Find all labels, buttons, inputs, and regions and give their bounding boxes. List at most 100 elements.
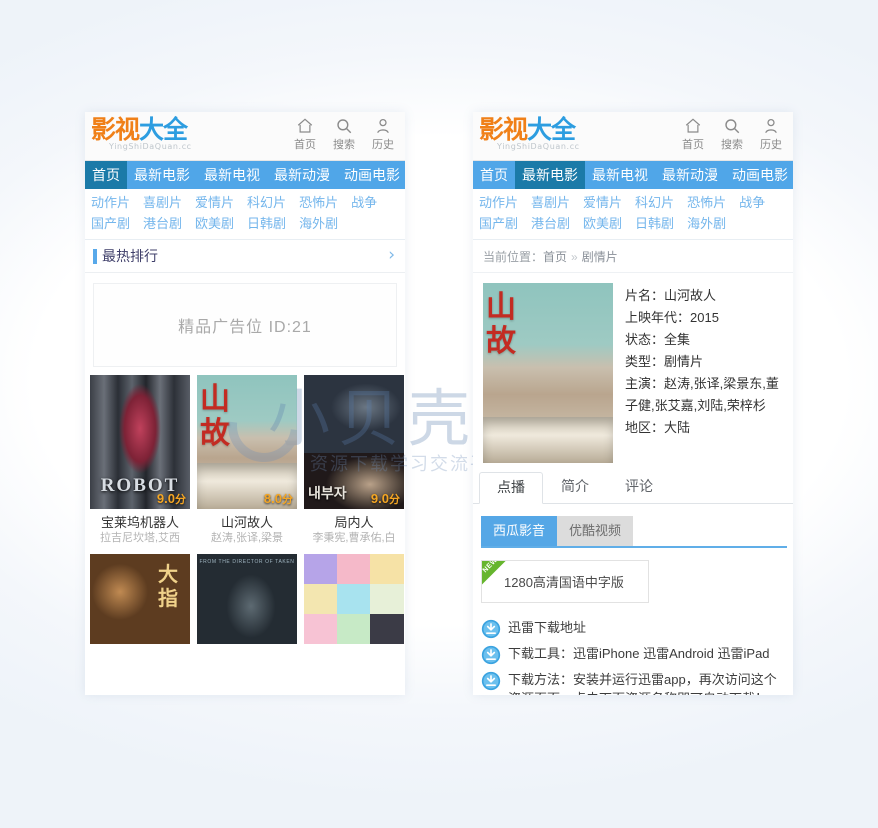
header-search-label: 搜索 (333, 139, 355, 151)
meta-genre: 类型：剧情片 (625, 354, 704, 369)
ad-slot[interactable]: 精品广告位 ID:21 (93, 283, 397, 367)
nav-item-home[interactable]: 首页 (473, 161, 515, 189)
nav-item-tv[interactable]: 最新电视 (585, 161, 655, 189)
sub-nav-left: 动作片 喜剧片 爱情片 科幻片 恐怖片 战争 国产剧 港台剧 欧美剧 日韩剧 海… (85, 189, 405, 240)
main-nav-left: 首页 最新电影 最新电视 最新动漫 动画电影 (85, 161, 405, 189)
user-icon (756, 117, 786, 138)
download-link-row: NEW 1280高清国语中字版 (473, 548, 793, 612)
movie-card[interactable] (304, 554, 404, 644)
site-logo-left[interactable]: 影视大全 YingShiDaQuan.cc (91, 116, 192, 151)
nav-item-movies[interactable]: 最新电影 (127, 161, 197, 189)
header-search-label: 搜索 (721, 139, 743, 151)
movie-card[interactable]: 9.0分 宝莱坞机器人 拉吉尼坎塔,艾西 (90, 375, 190, 546)
subnav-hk-tw-drama[interactable]: 港台剧 (531, 213, 583, 234)
download-link-chip[interactable]: NEW 1280高清国语中字版 (481, 560, 649, 603)
poster-art (197, 375, 297, 509)
subnav-mainland-drama[interactable]: 国产剧 (479, 213, 531, 234)
subnav-western-drama[interactable]: 欧美剧 (195, 213, 247, 234)
movie-card[interactable] (197, 554, 297, 644)
movie-poster (197, 554, 297, 644)
download-icon (481, 645, 501, 665)
sub-nav-right: 动作片 喜剧片 爱情片 科幻片 恐怖片 战争 国产剧 港台剧 欧美剧 日韩剧 海… (473, 189, 793, 240)
breadcrumb: 当前位置：首页 » 剧情片 (473, 240, 793, 273)
logo-text-blue: 大全 (527, 115, 576, 144)
tab-ondemand[interactable]: 点播 (479, 472, 543, 504)
subnav-horror[interactable]: 恐怖片 (299, 192, 351, 213)
subnav-action[interactable]: 动作片 (479, 192, 531, 213)
header-search-button[interactable]: 搜索 (717, 117, 747, 152)
download-icon (481, 671, 501, 691)
subnav-hk-tw-drama[interactable]: 港台剧 (143, 213, 195, 234)
header-icon-group-left: 首页 搜索 历史 (290, 117, 398, 152)
subnav-western-drama[interactable]: 欧美剧 (583, 213, 635, 234)
subnav-comedy[interactable]: 喜剧片 (531, 192, 583, 213)
movie-cast: 李秉宪,曹承佑,白 (312, 532, 396, 544)
header-home-button[interactable]: 首页 (678, 117, 708, 152)
page-root: 影视大全 YingShiDaQuan.cc 首页 搜索 历史 首页 最新电影 最… (0, 0, 878, 828)
header-home-button[interactable]: 首页 (290, 117, 320, 152)
subnav-romance[interactable]: 爱情片 (195, 192, 247, 213)
subnav-overseas-drama[interactable]: 海外剧 (687, 213, 739, 234)
logo-text-orange: 影视 (479, 115, 528, 144)
subnav-comedy[interactable]: 喜剧片 (143, 192, 195, 213)
meta-title: 片名：山河故人 (625, 288, 717, 303)
logo-text-blue: 大全 (139, 115, 188, 144)
search-icon (717, 117, 747, 138)
source-tab-xigua[interactable]: 西瓜影音 (481, 516, 558, 546)
nav-item-home[interactable]: 首页 (85, 161, 127, 189)
movie-detail: 片名：山河故人 上映年代：2015 状态：全集 类型：剧情片 主演：赵涛,张译,… (473, 273, 793, 471)
download-note-text[interactable]: 下载工具：迅雷iPhone 迅雷Android 迅雷iPad (508, 644, 770, 663)
breadcrumb-prefix: 当前位置： (483, 250, 544, 264)
movie-card[interactable]: 9.0分 局内人 李秉宪,曹承佑,白 (304, 375, 404, 546)
rating-badge: 9.0分 (371, 491, 400, 507)
download-note: 迅雷下载地址 (481, 618, 785, 639)
poster-art (90, 554, 190, 644)
poster-art (304, 375, 404, 509)
breadcrumb-current[interactable]: 剧情片 (582, 250, 618, 264)
tab-comments[interactable]: 评论 (607, 471, 671, 503)
movie-title: 宝莱坞机器人 (100, 515, 179, 530)
breadcrumb-home[interactable]: 首页 (543, 250, 567, 264)
poster-art (197, 554, 297, 644)
download-note-text[interactable]: 迅雷下载地址 (508, 618, 586, 637)
header-history-button[interactable]: 历史 (368, 117, 398, 152)
tab-synopsis[interactable]: 简介 (543, 471, 607, 503)
subnav-action[interactable]: 动作片 (91, 192, 143, 213)
subnav-romance[interactable]: 爱情片 (583, 192, 635, 213)
subnav-jp-kr-drama[interactable]: 日韩剧 (635, 213, 687, 234)
nav-item-anime[interactable]: 最新动漫 (655, 161, 725, 189)
rating-badge: 8.0分 (264, 491, 293, 507)
source-tab-youku[interactable]: 优酷视频 (557, 516, 634, 546)
movie-poster: 9.0分 (90, 375, 190, 509)
header-search-button[interactable]: 搜索 (329, 117, 359, 152)
subnav-scifi[interactable]: 科幻片 (635, 192, 687, 213)
rating-badge: 9.0分 (157, 491, 186, 507)
movie-detail-poster[interactable] (483, 283, 613, 463)
subnav-war[interactable]: 战争 (351, 192, 390, 213)
movie-grid-row-2 (85, 546, 405, 644)
movie-card[interactable] (90, 554, 190, 644)
subnav-jp-kr-drama[interactable]: 日韩剧 (247, 213, 299, 234)
subnav-mainland-drama[interactable]: 国产剧 (91, 213, 143, 234)
source-tab-bar: 西瓜影音 优酷视频 (481, 504, 787, 548)
poster-art (483, 283, 613, 463)
movie-grid-row-1: 9.0分 宝莱坞机器人 拉吉尼坎塔,艾西 8.0分 山河故人 赵涛,张译,梁景 … (85, 373, 405, 546)
nav-item-animation[interactable]: 动画电影 (337, 161, 405, 189)
sub-nav-row-2: 国产剧 港台剧 欧美剧 日韩剧 海外剧 (479, 213, 787, 234)
download-link-label: 1280高清国语中字版 (504, 575, 624, 590)
nav-item-movies[interactable]: 最新电影 (515, 161, 585, 189)
chevron-right-icon[interactable]: › (388, 245, 395, 265)
subnav-scifi[interactable]: 科幻片 (247, 192, 299, 213)
nav-item-anime[interactable]: 最新动漫 (267, 161, 337, 189)
site-logo-right[interactable]: 影视大全 YingShiDaQuan.cc (479, 116, 580, 151)
phone-screen-right: 影视大全 YingShiDaQuan.cc 首页 搜索 历史 首页 最新电影 最… (473, 112, 793, 695)
header-history-button[interactable]: 历史 (756, 117, 786, 152)
subnav-horror[interactable]: 恐怖片 (687, 192, 739, 213)
nav-item-tv[interactable]: 最新电视 (197, 161, 267, 189)
subnav-war[interactable]: 战争 (739, 192, 778, 213)
phone-screen-left: 影视大全 YingShiDaQuan.cc 首页 搜索 历史 首页 最新电影 最… (85, 112, 405, 695)
nav-item-animation[interactable]: 动画电影 (725, 161, 793, 189)
movie-card[interactable]: 8.0分 山河故人 赵涛,张译,梁景 (197, 375, 297, 546)
subnav-overseas-drama[interactable]: 海外剧 (299, 213, 351, 234)
sub-nav-row-1: 动作片 喜剧片 爱情片 科幻片 恐怖片 战争 (91, 192, 399, 213)
